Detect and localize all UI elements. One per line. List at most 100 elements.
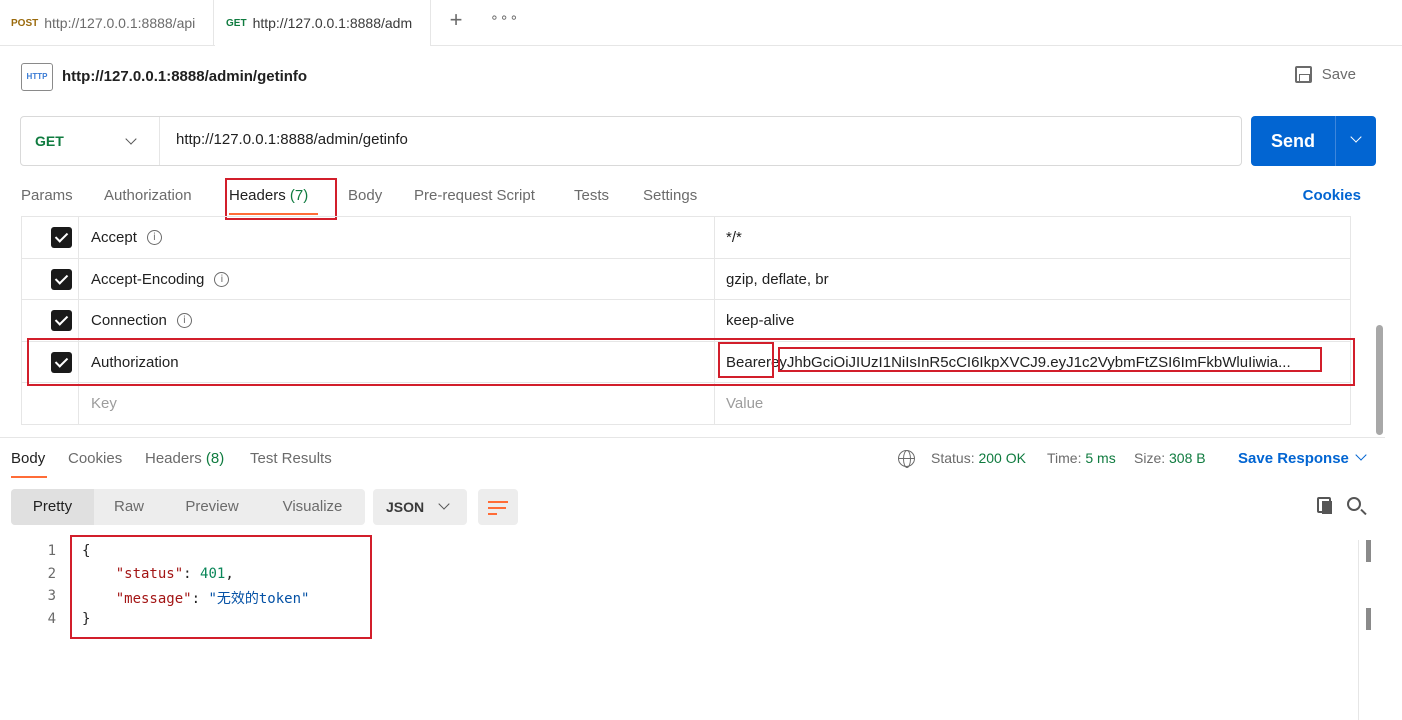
table-row-empty: Key Value (22, 383, 1350, 425)
json-key: "message" (115, 591, 192, 608)
tab-body[interactable]: Body (348, 187, 382, 204)
line-number: 3 (47, 588, 56, 605)
headers-table: Accept i */* Accept-Encoding i gzip, defla… (21, 216, 1351, 425)
format-pretty[interactable]: Pretty (11, 489, 94, 525)
chevron-down-icon (125, 133, 137, 145)
method-value: GET (35, 133, 64, 149)
header-checkbox[interactable] (51, 351, 72, 373)
save-response-button[interactable]: Save Response (1238, 450, 1349, 467)
header-key[interactable]: Accept i (91, 229, 162, 246)
more-tabs-icon[interactable]: ∘∘∘ (490, 9, 519, 26)
request-tab-get[interactable]: GET http://127.0.0.1:8888/adm (215, 0, 431, 46)
table-row: Accept-Encoding i gzip, deflate, br (22, 258, 1350, 300)
table-row: Connection i keep-alive (22, 300, 1350, 342)
request-header: HTTP http://127.0.0.1:8888/admin/getinfo… (21, 61, 1381, 93)
save-label: Save (1321, 66, 1356, 83)
line-number: 2 (47, 565, 56, 582)
request-title[interactable]: http://127.0.0.1:8888/admin/getinfo (62, 68, 307, 85)
search-icon[interactable] (1347, 497, 1361, 511)
save-icon (1294, 66, 1312, 83)
chevron-down-icon[interactable] (1355, 449, 1367, 461)
url-bar: GET http://127.0.0.1:8888/admin/getinfo (20, 116, 1242, 166)
tab-params[interactable]: Params (21, 187, 73, 204)
tab-prerequest-script[interactable]: Pre-request Script (414, 187, 535, 204)
send-button-group: Send (1251, 116, 1376, 166)
tab-tests[interactable]: Tests (574, 187, 609, 204)
request-tab-strip: POST http://127.0.0.1:8888/api GET http:… (0, 0, 1402, 46)
format-toggle: Pretty Raw Preview Visualize (11, 489, 365, 525)
format-preview[interactable]: Preview (164, 489, 260, 525)
request-tab-post[interactable]: POST http://127.0.0.1:8888/api (0, 0, 214, 46)
header-value[interactable]: */* (726, 229, 742, 246)
size-readout[interactable]: Size: 308 B (1134, 450, 1206, 466)
language-select[interactable]: JSON (373, 489, 467, 525)
response-tab-headers[interactable]: Headers (8) (145, 450, 224, 467)
json-string: "无效的token" (208, 591, 310, 608)
format-visualize[interactable]: Visualize (260, 489, 365, 525)
cookies-link[interactable]: Cookies (1303, 187, 1361, 204)
globe-icon[interactable] (898, 450, 915, 468)
info-icon[interactable]: i (146, 230, 162, 245)
chevron-down-icon (1350, 131, 1362, 143)
line-number: 4 (47, 611, 56, 628)
tab-authorization[interactable]: Authorization (104, 187, 192, 204)
code-line: 3 "message": "无效的token" (0, 585, 1360, 608)
tab-headers[interactable]: Headers (7) (229, 187, 308, 204)
response-body-editor[interactable]: 1 { 2 "status": 401, 3 "message": "无效的to… (0, 540, 1360, 631)
tab-method-post: POST (11, 17, 39, 29)
tab-url: http://127.0.0.1:8888/api (44, 15, 196, 31)
wrap-lines-button[interactable] (478, 489, 518, 525)
response-divider[interactable] (0, 437, 1385, 438)
response-tab-cookies[interactable]: Cookies (68, 450, 122, 467)
table-row: Authorization BearereyJhbGciOiJIUzI1NiIs… (22, 341, 1350, 383)
url-input[interactable]: http://127.0.0.1:8888/admin/getinfo (176, 131, 408, 148)
header-checkbox[interactable] (51, 268, 72, 290)
send-options-button[interactable] (1336, 116, 1376, 166)
code-line: 4 } (0, 608, 1360, 631)
header-value[interactable]: gzip, deflate, br (726, 271, 829, 288)
new-header-value-input[interactable]: Value (726, 395, 763, 412)
copy-icon[interactable] (1317, 497, 1332, 514)
code-line: 1 { (0, 540, 1360, 563)
method-select[interactable]: GET (21, 117, 160, 165)
info-icon[interactable]: i (214, 271, 230, 287)
editor-scrollbar-track (1358, 540, 1359, 720)
info-icon[interactable]: i (176, 313, 192, 328)
editor-scroll-marker[interactable] (1366, 608, 1371, 630)
format-raw[interactable]: Raw (94, 489, 164, 525)
tab-settings[interactable]: Settings (643, 187, 697, 204)
response-tabs: Body Cookies Headers (8) Test Results St… (11, 449, 1381, 478)
response-tab-test-results[interactable]: Test Results (250, 450, 332, 467)
header-value[interactable]: BearereyJhbGciOiJIUzI1NiIsInR5cCI6IkpXVC… (726, 354, 1291, 371)
header-checkbox[interactable] (51, 310, 72, 331)
tab-headers-count: (7) (289, 187, 309, 204)
bearer-prefix: Bearer (726, 353, 772, 371)
tab-method-get: GET (226, 17, 247, 29)
status-readout[interactable]: Status: 200 OK (931, 450, 1026, 466)
header-checkbox[interactable] (51, 227, 72, 248)
editor-scroll-marker[interactable] (1366, 540, 1371, 562)
json-key: "status" (115, 565, 184, 582)
new-header-key-input[interactable]: Key (91, 395, 117, 412)
header-key[interactable]: Accept-Encoding i (91, 271, 230, 288)
language-value: JSON (386, 499, 425, 515)
line-number: 1 (47, 543, 56, 559)
time-readout[interactable]: Time: 5 ms (1047, 450, 1116, 466)
header-key[interactable]: Connection i (91, 312, 192, 329)
wrap-lines-icon (488, 501, 508, 503)
json-number: 401 (200, 565, 226, 582)
scrollbar[interactable] (1376, 325, 1383, 435)
save-button[interactable]: Save (1294, 66, 1356, 83)
active-tab-indicator (11, 476, 47, 478)
new-tab-icon[interactable]: + (444, 8, 468, 32)
active-tab-indicator (229, 213, 318, 215)
send-button[interactable]: Send (1251, 116, 1335, 166)
code-line: 2 "status": 401, (0, 563, 1360, 586)
header-key[interactable]: Authorization (91, 354, 179, 371)
request-tabs: Params Authorization Headers (7) Body Pr… (21, 180, 1381, 215)
response-tab-body[interactable]: Body (11, 450, 45, 467)
http-icon: HTTP (21, 63, 53, 91)
tab-url: http://127.0.0.1:8888/adm (252, 15, 413, 31)
chevron-down-icon (438, 498, 450, 510)
header-value[interactable]: keep-alive (726, 312, 794, 329)
